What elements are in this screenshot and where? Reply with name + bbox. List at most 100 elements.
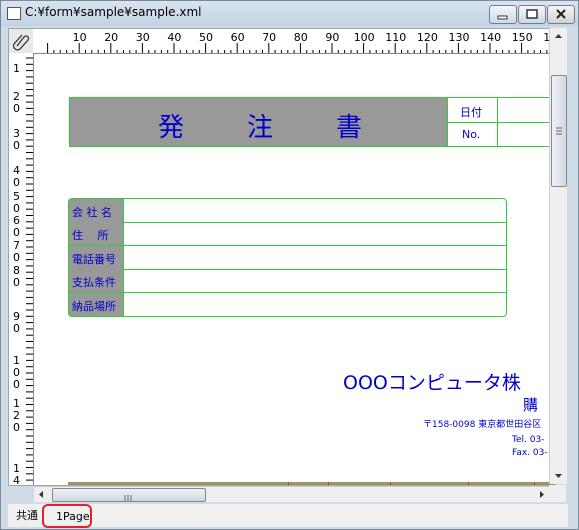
company-row: 納品場所 <box>69 292 506 316</box>
company-row: 住 所 <box>69 222 506 247</box>
ruler-v-label: 0 <box>13 276 20 289</box>
company-row-label-text: 納品場所 <box>72 299 116 313</box>
minimize-button[interactable] <box>489 5 517 24</box>
scroll-right-button[interactable] <box>534 487 549 502</box>
company-row-label: 会 社 名 <box>69 199 124 222</box>
ruler-v-label: 0 <box>13 378 20 391</box>
grip-icon <box>556 127 562 135</box>
ruler-h-label: 30 <box>135 31 150 44</box>
tab-1page[interactable]: 1Page <box>52 508 94 525</box>
sheet-tabs: 共通 1Page <box>8 504 568 528</box>
form-canvas[interactable]: 発 注 書 日付 No. 会 社 名住 所電話番号支払条件納品場所 OOOコンピ… <box>34 54 555 485</box>
title-block: 発 注 書 <box>69 97 449 147</box>
ruler-h-label: 140 <box>480 31 502 44</box>
ruler-h-label: 60 <box>230 31 245 44</box>
arrow-down-icon <box>555 474 562 478</box>
ruler-h-label: 70 <box>262 31 277 44</box>
ruler-v-label: 3 <box>13 127 20 140</box>
ruler-h-label: 110 <box>385 31 407 44</box>
ruler-h-label: 10 <box>72 31 87 44</box>
company-row-label: 支払条件 <box>69 269 124 293</box>
ruler-h-label: 150 <box>511 31 533 44</box>
company-row-value[interactable] <box>124 246 505 269</box>
ruler-v-label: 8 <box>13 264 20 277</box>
ruler-v-label: 1 <box>13 397 20 410</box>
vertical-scroll-thumb[interactable] <box>551 75 567 187</box>
ruler-v-label: 2 <box>13 409 20 422</box>
ruler-h-label: 100 <box>353 31 375 44</box>
scroll-up-button[interactable] <box>550 28 567 45</box>
ruler-v-label: 0 <box>13 366 20 379</box>
ruler-v-label: 0 <box>13 176 20 189</box>
ruler-v-label: 9 <box>13 310 20 323</box>
vendor-address: 〒158-0098 東京都世田谷区 <box>423 420 542 430</box>
no-value-cell[interactable] <box>497 122 555 147</box>
date-label-cell: 日付 <box>447 97 498 123</box>
vendor-tel: Tel. 03- <box>512 435 545 445</box>
title-char-2: 注 <box>247 113 274 143</box>
tab-common[interactable]: 共通 <box>12 507 42 524</box>
maximize-button[interactable] <box>518 5 546 24</box>
close-button[interactable] <box>547 5 575 24</box>
no-label: No. <box>462 128 481 141</box>
title-bar[interactable]: C:¥form¥sample¥sample.xml <box>1 1 578 26</box>
company-row-label-text: 会 社 名 <box>72 206 112 219</box>
ruler-v-label: 4 <box>13 164 20 177</box>
company-row-value[interactable] <box>124 269 505 292</box>
company-row-label: 電話番号 <box>69 245 124 269</box>
vendor-name: OOOコンピュータ株 <box>343 372 521 394</box>
company-row-value[interactable] <box>124 222 505 245</box>
ruler-v-label: 0 <box>13 139 20 152</box>
ruler-h-label: 20 <box>104 31 119 44</box>
ruler-h-label: 120 <box>416 31 438 44</box>
arrow-left-icon <box>39 491 43 498</box>
title-char-1: 発 <box>158 113 185 143</box>
vertical-ruler: 1203040506070809010012014 <box>9 53 34 486</box>
window-icon <box>7 7 21 20</box>
ruler-v-label: 0 <box>13 421 20 434</box>
document-view[interactable]: 102030405060708090100110120130140150160 … <box>8 28 556 486</box>
arrow-up-icon <box>555 34 562 38</box>
company-row: 会 社 名 <box>69 199 506 223</box>
horizontal-ruler: 102030405060708090100110120130140150160 <box>33 29 555 54</box>
grip-icon <box>124 495 132 501</box>
ruler-v-label: 0 <box>13 226 20 239</box>
company-row-label: 住 所 <box>69 222 124 246</box>
items-header-cell: 金 額 <box>390 482 469 485</box>
ruler-v-label: 0 <box>13 322 20 335</box>
company-info-table: 会 社 名住 所電話番号支払条件納品場所 <box>68 198 507 317</box>
ruler-v-label: 4 <box>13 474 20 486</box>
company-row: 電話番号 <box>69 245 506 270</box>
items-header-cell: 明細番号 <box>468 482 535 485</box>
scroll-left-button[interactable] <box>34 487 49 502</box>
ruler-h-label: 50 <box>199 31 213 44</box>
company-row: 支払条件 <box>69 269 506 294</box>
ruler-h-label: 80 <box>293 31 308 44</box>
ruler-v-label: 0 <box>13 202 20 215</box>
items-header-row: 製 品 名数量単 価金 額明細番号 <box>68 482 555 485</box>
scroll-corner <box>549 485 566 502</box>
ruler-corner <box>9 29 34 54</box>
ruler-v-label: 1 <box>13 62 20 75</box>
items-header-cell: 数量 <box>288 482 329 485</box>
ruler-v-label: 1 <box>13 354 20 367</box>
vertical-scrollbar[interactable] <box>549 28 567 484</box>
ruler-v-label: 0 <box>13 102 20 115</box>
ruler-v-label: 7 <box>13 239 20 252</box>
ruler-h-label: 40 <box>167 31 182 44</box>
minimize-icon <box>497 15 508 20</box>
date-value-cell[interactable] <box>497 97 555 123</box>
items-header-cell: 単 価 <box>328 482 391 485</box>
ruler-v-label: 2 <box>13 90 20 103</box>
arrow-right-icon <box>540 491 544 498</box>
company-row-label-text: 住 所 <box>72 229 109 243</box>
ruler-v-label: 5 <box>13 190 20 203</box>
horizontal-scrollbar[interactable] <box>34 486 549 502</box>
horizontal-scroll-thumb[interactable] <box>52 488 206 502</box>
purchase-label: 購 <box>523 396 539 414</box>
ruler-v-label: 0 <box>13 251 20 264</box>
company-row-label-text: 電話番号 <box>72 252 116 266</box>
company-row-value[interactable] <box>124 199 505 222</box>
scroll-down-button[interactable] <box>550 467 567 484</box>
company-row-value[interactable] <box>124 293 505 316</box>
